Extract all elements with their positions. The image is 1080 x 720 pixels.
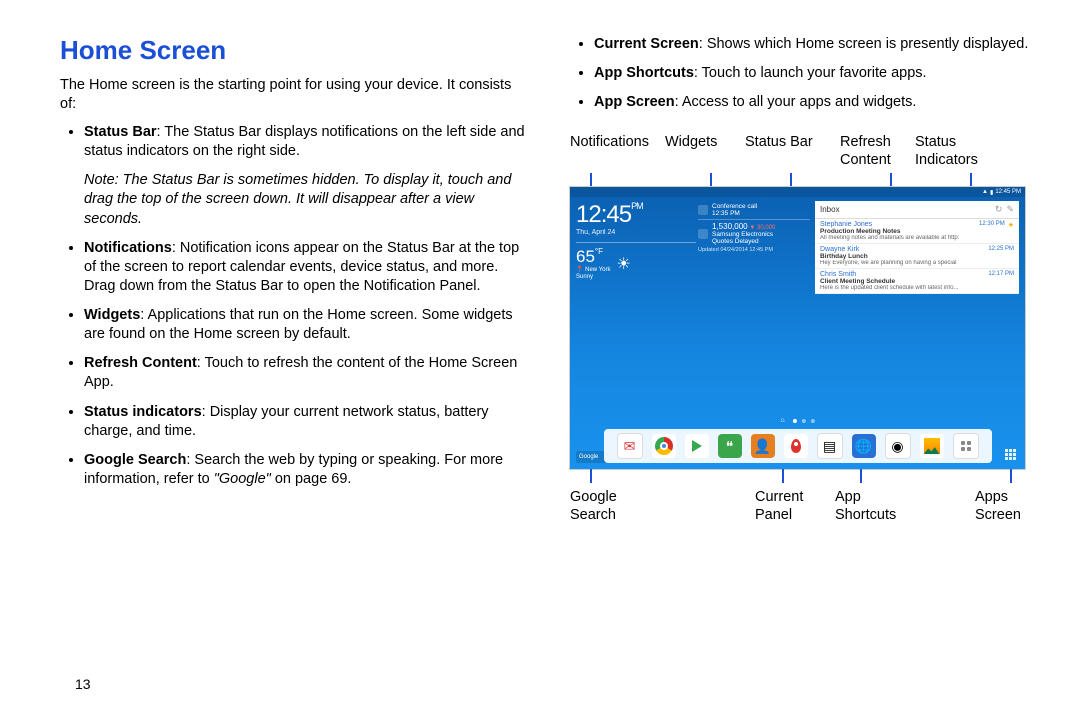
notes-icon[interactable]: ▤: [817, 433, 843, 459]
list-item: App Screen: Access to all your apps and …: [594, 93, 1040, 112]
note-text: Note: The Status Bar is sometimes hidden…: [84, 171, 530, 228]
inbox-widget[interactable]: Inbox ↻✎ ★12:30 PMStephanie JonesProduct…: [815, 201, 1019, 294]
browser-icon[interactable]: 🌐: [852, 434, 876, 458]
bottom-pointers: [570, 469, 1040, 483]
calendar-icon: [698, 205, 708, 215]
gallery-icon[interactable]: [920, 434, 944, 458]
compose-icon[interactable]: ✎: [1006, 204, 1014, 215]
camera-icon[interactable]: ◉: [885, 433, 911, 459]
inbox-message[interactable]: ★12:30 PMStephanie JonesProduction Meeti…: [815, 219, 1019, 244]
top-pointers: [570, 173, 1040, 187]
status-time: 12:45 PM: [995, 189, 1021, 195]
page-indicator[interactable]: ⌂: [780, 419, 814, 423]
list-item: Notifications: Notification icons appear…: [84, 239, 530, 296]
left-bullet-list: Status Bar: The Status Bar displays noti…: [60, 123, 530, 161]
diagram-bottom-labels: Google Search Current Panel App Shortcut…: [570, 489, 1040, 524]
list-item: Refresh Content: Touch to refresh the co…: [84, 354, 530, 392]
list-item: Current Screen: Shows which Home screen …: [594, 35, 1040, 54]
maps-icon[interactable]: [784, 434, 808, 458]
list-item: Widgets: Applications that run on the Ho…: [84, 306, 530, 344]
label-shortcuts: App Shortcuts: [835, 489, 975, 524]
battery-icon: ▮: [990, 189, 993, 196]
list-item: Status Bar: The Status Bar displays noti…: [84, 123, 530, 161]
inbox-message[interactable]: 12:25 PMDwayne KirkBirthday LunchHey Eve…: [815, 244, 1019, 269]
label-current: Current Panel: [755, 489, 835, 524]
label-notifications: Notifications: [570, 134, 665, 169]
page-title: Home Screen: [60, 35, 530, 66]
weather-widget[interactable]: 65°F 📍 New York Sunny ☀: [576, 247, 696, 281]
clock-widget[interactable]: 12:45PM Thu, April 24 65°F 📍 New York Su…: [576, 201, 696, 281]
page-number: 13: [75, 676, 91, 692]
wifi-icon: ▲: [982, 189, 988, 195]
page-dot[interactable]: [802, 419, 806, 423]
page-dot[interactable]: [811, 419, 815, 423]
inbox-title: Inbox: [820, 205, 840, 214]
center-widget[interactable]: Conference call12:35 PM 1,530,000 ▼ 30,0…: [698, 201, 810, 253]
label-refresh: Refresh Content: [840, 134, 915, 169]
clock-time: 12:45PM: [576, 201, 696, 229]
intro-text: The Home screen is the starting point fo…: [60, 76, 530, 113]
list-item: Google Search: Search the web by typing …: [84, 451, 530, 489]
app-dock: ✉ ❝ 👤 ▤ 🌐 ◉: [604, 429, 992, 463]
label-statusbar: Status Bar: [745, 134, 840, 169]
label-apps: Apps Screen: [975, 489, 1021, 524]
stock-icon: [698, 229, 708, 239]
status-bar[interactable]: ▲ ▮ 12:45 PM: [570, 187, 1025, 197]
chrome-icon[interactable]: [652, 434, 676, 458]
diagram-top-labels: Notifications Widgets Status Bar Refresh…: [570, 134, 1040, 169]
contacts-icon[interactable]: 👤: [751, 434, 775, 458]
home-icon[interactable]: ⌂: [780, 419, 784, 423]
gmail-icon[interactable]: ✉: [617, 433, 643, 459]
apps-screen-button[interactable]: [1005, 449, 1019, 463]
list-item: Status indicators: Display your current …: [84, 403, 530, 441]
inbox-message[interactable]: 12:17 PMChris SmithClient Meeting Schedu…: [815, 269, 1019, 294]
page-dot[interactable]: [793, 419, 797, 423]
right-bullet-list: Current Screen: Shows which Home screen …: [570, 35, 1040, 112]
label-widgets: Widgets: [665, 134, 745, 169]
apps-drawer-icon[interactable]: [953, 433, 979, 459]
left-bullet-list-cont: Notifications: Notification icons appear…: [60, 239, 530, 489]
hangouts-icon[interactable]: ❝: [718, 434, 742, 458]
label-status-ind: Status Indicators: [915, 134, 978, 169]
list-item: App Shortcuts: Touch to launch your favo…: [594, 64, 1040, 83]
sun-icon: ☀: [617, 254, 631, 274]
refresh-icon[interactable]: ↻: [995, 204, 1003, 215]
star-icon[interactable]: ★: [1008, 221, 1014, 229]
label-google: Google Search: [570, 489, 755, 524]
play-store-icon[interactable]: [685, 434, 709, 458]
clock-date: Thu, April 24: [576, 229, 696, 236]
device-screenshot: ▲ ▮ 12:45 PM 12:45PM Thu, April 24 65°F …: [570, 187, 1025, 469]
